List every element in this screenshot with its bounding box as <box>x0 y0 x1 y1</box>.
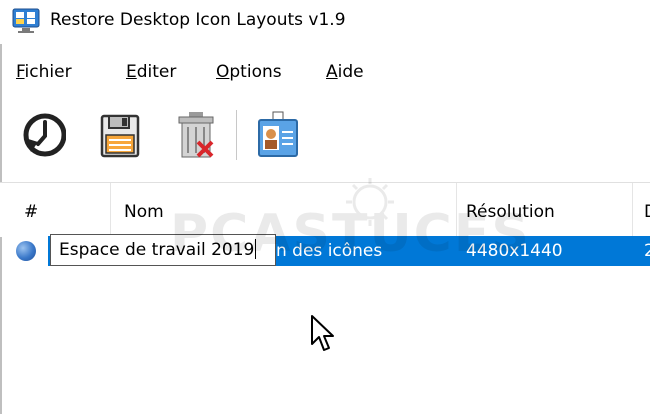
column-divider[interactable] <box>456 183 457 237</box>
delete-layout-icon <box>178 112 214 158</box>
column-divider[interactable] <box>632 183 633 237</box>
text-caret <box>255 239 257 259</box>
column-header-num[interactable]: # <box>24 183 38 237</box>
toolbar <box>0 100 650 170</box>
menu-fichier-mnemonic: F <box>16 62 25 82</box>
layout-info-icon <box>258 111 298 157</box>
rename-input[interactable]: Espace de travail 2019 <box>50 234 276 266</box>
title-bar[interactable]: Restore Desktop Icon Layouts v1.9 <box>0 0 650 44</box>
menu-options[interactable]: Options <box>216 62 282 82</box>
app-window: Restore Desktop Icon Layouts v1.9 Fichie… <box>0 0 650 414</box>
menu-editer-mnemonic: E <box>126 62 137 82</box>
row-name-tail: n des icônes <box>276 241 383 261</box>
menu-fichier[interactable]: Fichier <box>16 62 72 82</box>
column-header-resolution[interactable]: Résolution <box>466 183 555 237</box>
column-header-next[interactable]: D <box>644 183 650 237</box>
restore-layout-button[interactable] <box>22 108 67 162</box>
delete-layout-button[interactable] <box>174 108 218 162</box>
layouts-list[interactable]: # Nom Résolution D n des icônes 4480x144… <box>0 182 650 414</box>
layout-info-button[interactable] <box>256 108 300 162</box>
app-icon <box>12 8 40 33</box>
menu-options-mnemonic: O <box>216 62 230 82</box>
menu-aide-label: ide <box>337 62 364 82</box>
menu-aide[interactable]: Aide <box>326 62 364 82</box>
toolbar-separator <box>236 110 237 160</box>
menu-options-label: ptions <box>229 62 282 82</box>
layout-item-icon <box>16 241 36 261</box>
menu-fichier-label: ichier <box>24 62 72 82</box>
menu-editer-label: diter <box>136 62 177 82</box>
menu-aide-mnemonic: A <box>326 62 338 82</box>
restore-layout-icon <box>23 113 67 157</box>
menu-bar: Fichier Editer Options Aide <box>0 56 650 90</box>
mouse-pointer-icon <box>311 315 334 351</box>
column-divider[interactable] <box>110 183 111 237</box>
menu-editer[interactable]: Editer <box>126 62 176 82</box>
column-header-name[interactable]: Nom <box>124 183 164 237</box>
save-layout-button[interactable] <box>98 108 142 162</box>
window-title: Restore Desktop Icon Layouts v1.9 <box>50 10 346 30</box>
save-layout-icon <box>100 114 140 158</box>
row-resolution: 4480x1440 <box>466 241 563 261</box>
list-row[interactable]: n des icônes 4480x1440 2 Espace de trava… <box>0 234 650 266</box>
list-header: # Nom Résolution D <box>0 182 650 237</box>
row-next-cell: 2 <box>644 241 650 261</box>
rename-input-value: Espace de travail 2019 <box>59 240 255 260</box>
